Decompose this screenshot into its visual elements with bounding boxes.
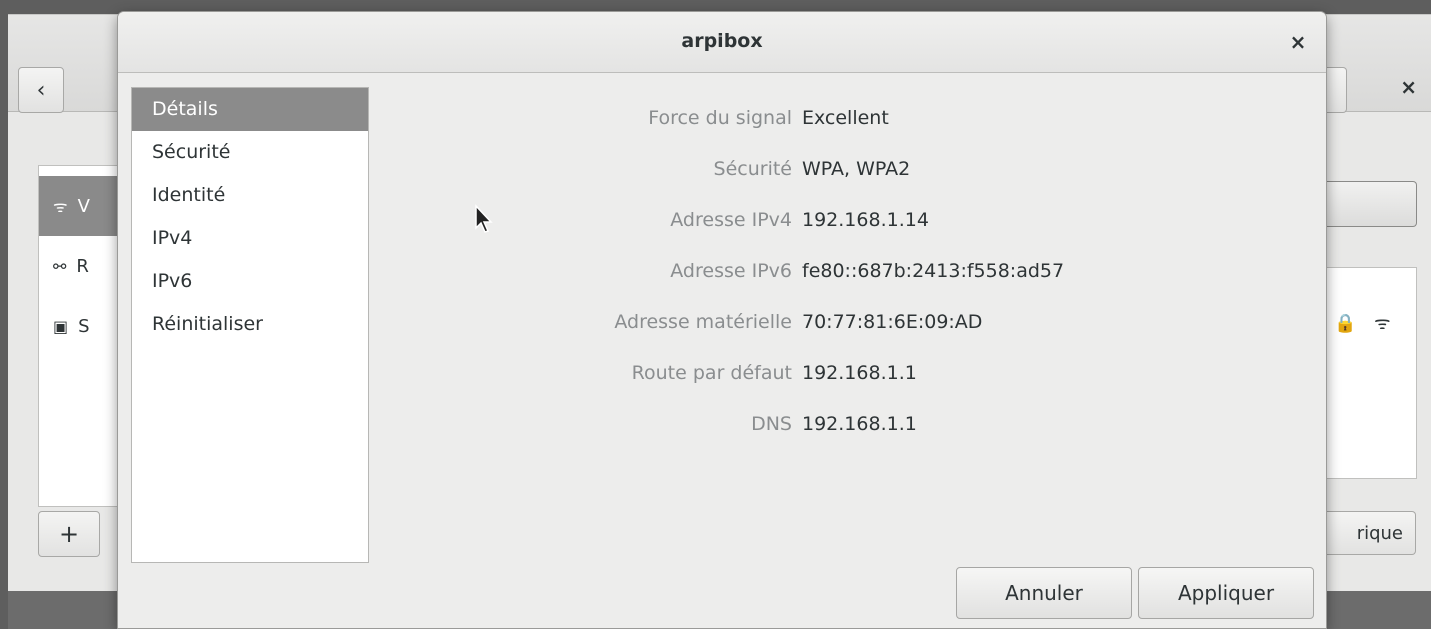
detail-row-mac: Adresse matérielle 70:77:81:6E:09:AD bbox=[388, 311, 1288, 362]
detail-value: 70:77:81:6E:09:AD bbox=[802, 311, 983, 333]
connection-details-dialog: arpibox × Détails Sécurité Identité IPv4… bbox=[118, 12, 1326, 628]
wired-network-icon: ⚯ bbox=[53, 256, 67, 276]
dialog-title: arpibox bbox=[681, 30, 763, 52]
detail-row-signal: Force du signal Excellent bbox=[388, 107, 1288, 158]
list-item-label: R bbox=[76, 255, 89, 277]
list-item[interactable]: ⚯ R bbox=[39, 236, 129, 296]
detail-label: Adresse IPv4 bbox=[670, 209, 792, 231]
detail-label: Sécurité bbox=[713, 158, 792, 180]
apply-button[interactable]: Appliquer bbox=[1138, 567, 1314, 619]
detail-row-ipv6: Adresse IPv6 fe80::687b:2413:f558:ad57 bbox=[388, 260, 1288, 311]
details-panel: Force du signal Excellent Sécurité WPA, … bbox=[388, 107, 1288, 464]
background-bottom-right-button[interactable]: rique bbox=[1324, 511, 1416, 555]
detail-row-dns: DNS 192.168.1.1 bbox=[388, 413, 1288, 464]
chevron-left-icon: ‹ bbox=[36, 77, 46, 103]
detail-value: 192.168.1.1 bbox=[802, 413, 917, 435]
detail-label: Force du signal bbox=[648, 107, 792, 129]
add-connection-button[interactable]: + bbox=[38, 511, 100, 557]
background-right-panel bbox=[1324, 267, 1417, 479]
dialog-sidebar: Détails Sécurité Identité IPv4 IPv6 Réin… bbox=[131, 87, 369, 563]
detail-label: DNS bbox=[751, 413, 792, 435]
list-item[interactable]: ▣ S bbox=[39, 296, 129, 356]
close-icon[interactable]: × bbox=[1286, 30, 1310, 54]
background-connection-list: ᯤ V ⚯ R ▣ S bbox=[38, 165, 130, 507]
sidebar-item-security[interactable]: Sécurité bbox=[132, 131, 368, 174]
detail-row-ipv4: Adresse IPv4 192.168.1.14 bbox=[388, 209, 1288, 260]
background-right-button[interactable] bbox=[1324, 181, 1417, 227]
cancel-button[interactable]: Annuler bbox=[956, 567, 1132, 619]
detail-row-security: Sécurité WPA, WPA2 bbox=[388, 158, 1288, 209]
back-button[interactable]: ‹ bbox=[18, 67, 64, 113]
lock-wifi-icon: 🔒 ᯤ bbox=[1334, 313, 1397, 334]
detail-value: WPA, WPA2 bbox=[802, 158, 911, 180]
detail-row-gateway: Route par défaut 192.168.1.1 bbox=[388, 362, 1288, 413]
list-item-label: S bbox=[78, 315, 90, 337]
dialog-headerbar: arpibox × bbox=[118, 12, 1326, 73]
vpn-icon: ▣ bbox=[53, 316, 69, 336]
detail-label: Adresse matérielle bbox=[614, 311, 792, 333]
detail-value: fe80::687b:2413:f558:ad57 bbox=[802, 260, 1065, 282]
detail-value: 192.168.1.1 bbox=[802, 362, 917, 384]
detail-label: Adresse IPv6 bbox=[670, 260, 792, 282]
background-header-button[interactable] bbox=[1324, 67, 1347, 113]
wifi-icon: ᯤ bbox=[53, 197, 68, 216]
detail-value: Excellent bbox=[802, 107, 889, 129]
sidebar-item-ipv4[interactable]: IPv4 bbox=[132, 217, 368, 260]
mouse-pointer-icon bbox=[475, 204, 493, 233]
list-item[interactable]: ᯤ V bbox=[39, 176, 129, 236]
sidebar-item-ipv6[interactable]: IPv6 bbox=[132, 260, 368, 303]
detail-label: Route par défaut bbox=[631, 362, 792, 384]
detail-value: 192.168.1.14 bbox=[802, 209, 929, 231]
sidebar-item-details[interactable]: Détails bbox=[132, 88, 368, 131]
list-item-label: V bbox=[77, 195, 90, 217]
sidebar-item-identity[interactable]: Identité bbox=[132, 174, 368, 217]
plus-icon: + bbox=[58, 520, 80, 548]
background-close-icon[interactable]: × bbox=[1400, 75, 1417, 99]
button-label: rique bbox=[1356, 522, 1403, 544]
sidebar-item-reset[interactable]: Réinitialiser bbox=[132, 303, 368, 346]
